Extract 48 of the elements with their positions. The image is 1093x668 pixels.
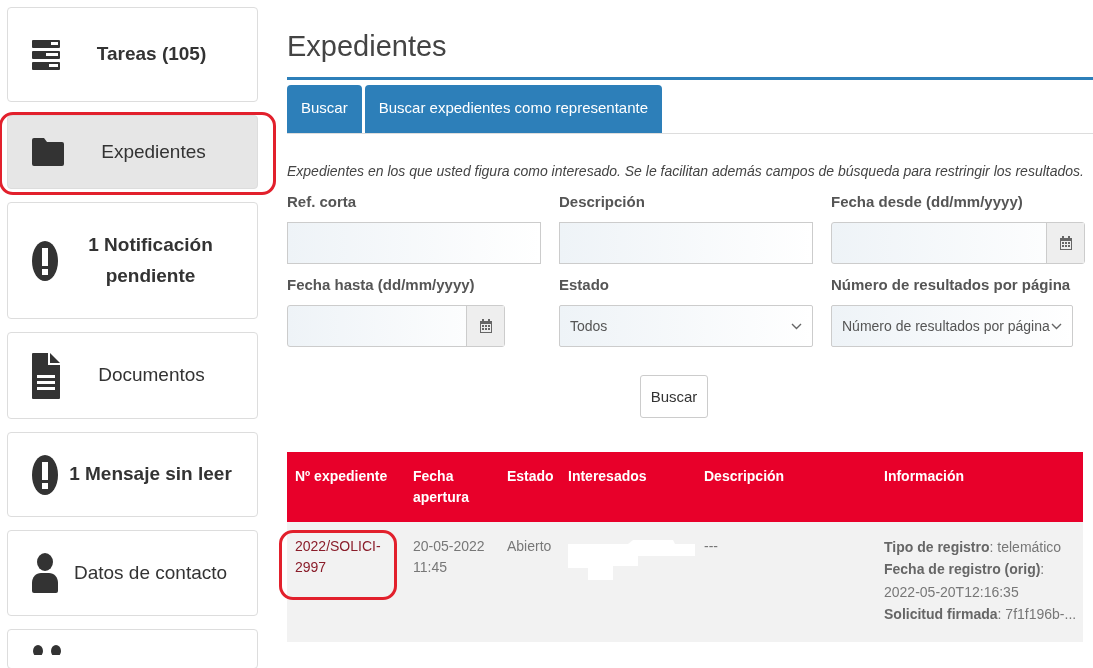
chevron-down-icon <box>791 322 802 330</box>
column-header: Descripción <box>703 467 786 486</box>
exclamation-icon <box>32 239 58 282</box>
text-field[interactable] <box>287 222 541 264</box>
field-label: Descripción <box>559 193 646 210</box>
sidebar-item[interactable]: Expedientes <box>7 115 258 189</box>
field-label: Ref. corta <box>287 193 358 210</box>
folder-icon <box>32 138 64 166</box>
document-icon <box>32 352 60 399</box>
page-title: Expedientes <box>287 30 1093 80</box>
column-header: Nº expediente <box>294 467 389 486</box>
dropdown[interactable]: Número de resultados por página <box>831 305 1073 347</box>
date-field[interactable] <box>831 222 1085 264</box>
sidebar-item[interactable] <box>7 629 258 668</box>
search-button[interactable]: Buscar <box>639 375 709 418</box>
chevron-down-icon <box>1051 322 1062 330</box>
table-cell-text: 20-05-2022 11:45 <box>412 537 486 577</box>
dropdown[interactable]: Todos <box>559 305 813 347</box>
column-header: Fecha apertura <box>412 467 471 507</box>
info-line: Fecha de registro (orig): 2022-05-20T12:16:35 <box>884 560 1046 602</box>
column-header: Estado <box>506 467 555 486</box>
tab[interactable]: Buscar expedientes como representante <box>364 85 662 133</box>
table-cell-text: Abierto <box>506 537 553 556</box>
person-icon <box>32 553 58 593</box>
field-label: Estado <box>559 276 610 293</box>
field-label: Fecha hasta (dd/mm/yyyy) <box>287 276 476 293</box>
calendar-icon <box>479 319 492 333</box>
sidebar-item[interactable]: 1 Mensaje sin leer <box>7 432 258 517</box>
intro-text: Expedientes en los que usted figura como interesado. Se le facilitan además campos de búsqueda para restringir los resultados. <box>287 163 1085 179</box>
server-icon <box>32 39 60 70</box>
sidebar-item[interactable]: Tareas (105) <box>7 7 258 102</box>
field-label: Fecha desde (dd/mm/yyyy) <box>831 193 1024 210</box>
sidebar-item[interactable]: Documentos <box>7 332 258 419</box>
people-icon <box>32 643 62 655</box>
date-field[interactable] <box>287 305 505 347</box>
tab[interactable]: Buscar <box>287 85 362 133</box>
sidebar-item[interactable]: 1 Notificación pendiente <box>7 202 258 319</box>
info-line: Tipo de registro: telemático <box>884 538 1063 557</box>
field-label: Número de resultados por página <box>831 276 1072 293</box>
column-header: Información <box>883 467 966 486</box>
column-header: Interesados <box>567 467 648 486</box>
calendar-icon <box>1059 236 1072 250</box>
info-line: Solicitud firmada: 7f1f196b-... <box>884 605 1077 625</box>
sidebar-item[interactable]: Datos de contacto <box>7 530 258 616</box>
record-link[interactable]: 2022/SOLICI-2997 <box>295 536 399 578</box>
text-field[interactable] <box>559 222 813 264</box>
exclamation-icon <box>32 453 58 496</box>
table-cell-text: --- <box>703 537 719 556</box>
